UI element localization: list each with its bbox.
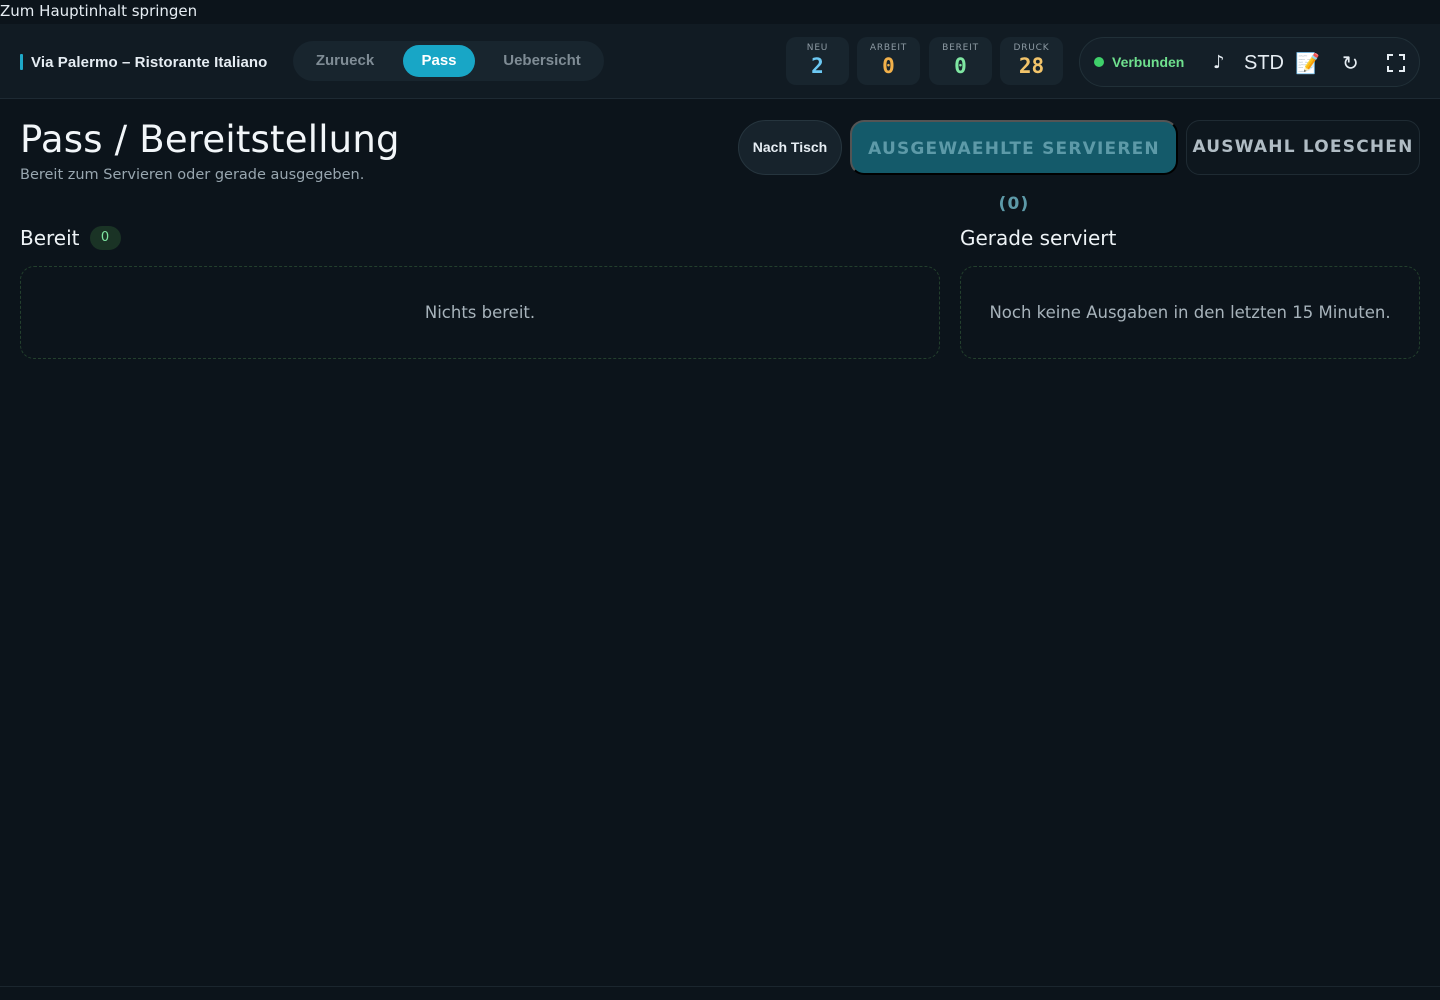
skip-to-content-link[interactable]: Zum Hauptinhalt springen	[0, 2, 197, 20]
view-navigation: Zurueck Pass Uebersicht	[293, 41, 604, 81]
connection-label: Verbunden	[1112, 54, 1185, 70]
nav-pass-tab[interactable]: Pass	[403, 45, 475, 77]
mode-std-toggle[interactable]: STD	[1244, 50, 1284, 76]
fullscreen-icon[interactable]	[1387, 50, 1405, 76]
counter-print: DRUCK 28	[1000, 37, 1063, 85]
counter-label: BEREIT	[942, 43, 979, 53]
served-section-title: Gerade serviert	[960, 226, 1117, 250]
counter-value: 0	[954, 54, 967, 78]
ready-section-title: Bereit	[20, 226, 80, 250]
counter-work: ARBEIT 0	[857, 37, 920, 85]
nav-overview-tab[interactable]: Uebersicht	[487, 45, 597, 77]
counter-label: NEU	[806, 43, 829, 53]
connection-dot-icon	[1094, 57, 1104, 67]
by-table-button[interactable]: Nach Tisch	[738, 120, 842, 175]
counter-label: DRUCK	[1013, 43, 1050, 53]
nav-back-button[interactable]: Zurueck	[299, 45, 391, 77]
connection-status: Verbunden	[1094, 52, 1184, 72]
fullscreen-icon-glyph	[1387, 54, 1405, 72]
serve-selected-button[interactable]: AUSGEWAEHLTE SERVIEREN (0)	[850, 120, 1178, 214]
counter-value: 2	[811, 54, 824, 78]
counter-new: NEU 2	[786, 37, 849, 85]
status-controls: Verbunden ♪ STD 📝 ↻	[1079, 37, 1420, 87]
ready-count-badge: 0	[89, 226, 121, 250]
brand: Via Palermo – Ristorante Italiano	[20, 53, 267, 71]
page-header: Pass / Bereitstellung Bereit zum Servier…	[20, 118, 400, 183]
ready-section-header: Bereit 0	[20, 225, 121, 251]
ready-empty-state: Nichts bereit.	[20, 266, 940, 359]
counter-label: ARBEIT	[869, 43, 908, 53]
brand-accent-bar	[20, 54, 23, 70]
counter-value: 28	[1018, 54, 1045, 78]
counter-ready: BEREIT 0	[929, 37, 992, 85]
page-subtitle: Bereit zum Servieren oder gerade ausgege…	[20, 167, 365, 183]
served-empty-state: Noch keine Ausgaben in den letzten 15 Mi…	[960, 266, 1420, 359]
clear-selection-button[interactable]: AUSWAHL LOESCHEN	[1186, 120, 1420, 175]
page-title: Pass / Bereitstellung	[20, 118, 400, 161]
counter-value: 0	[882, 54, 895, 78]
restaurant-name: Via Palermo – Ristorante Italiano	[31, 53, 268, 71]
refresh-icon[interactable]: ↻	[1342, 50, 1359, 76]
sound-toggle-icon[interactable]: ♪	[1213, 50, 1225, 76]
top-bar: Via Palermo – Ristorante Italiano Zuruec…	[0, 24, 1440, 99]
served-section-header: Gerade serviert	[960, 225, 1116, 251]
bottom-divider	[0, 986, 1440, 987]
notes-icon[interactable]: 📝	[1295, 50, 1320, 76]
